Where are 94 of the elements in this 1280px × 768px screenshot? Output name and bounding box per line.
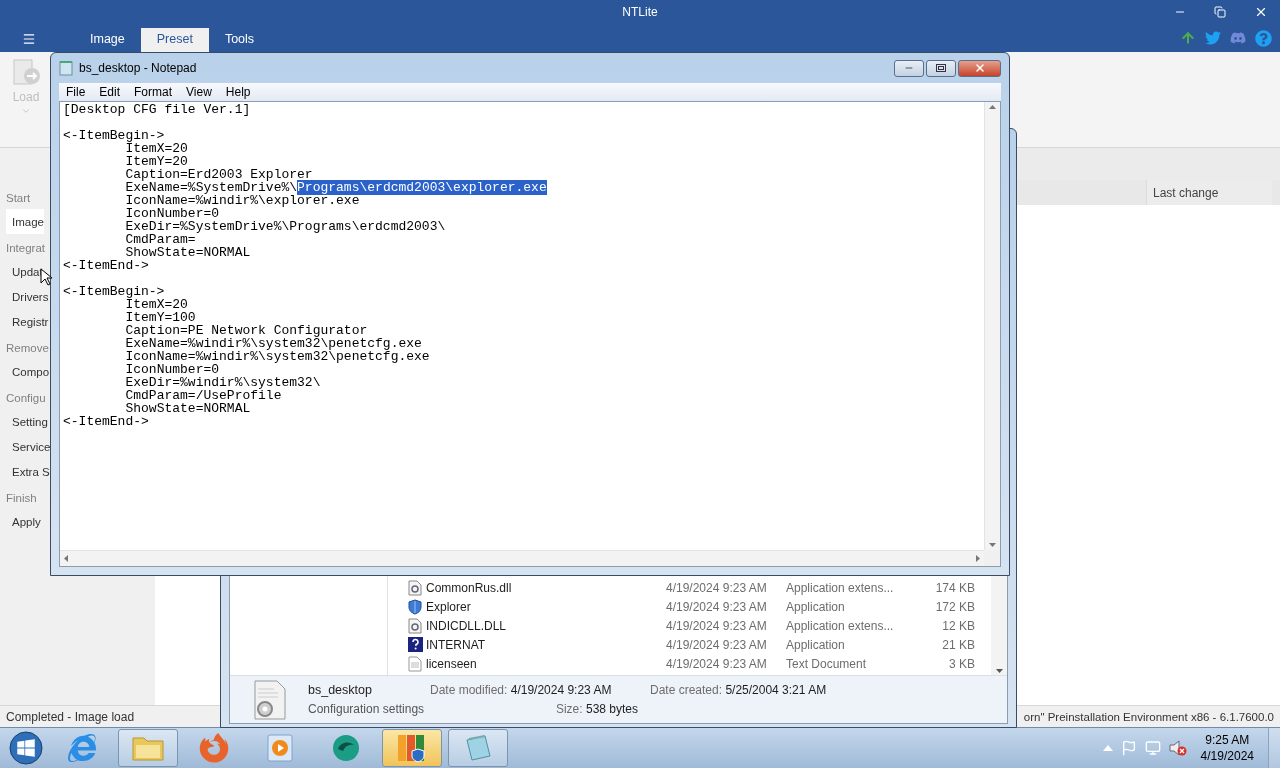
sidebar-item[interactable]: Service bbox=[6, 434, 51, 459]
ntlite-icon bbox=[396, 733, 428, 763]
shield-icon bbox=[408, 598, 422, 615]
file-type: Application extens... bbox=[786, 580, 895, 595]
gear-document-icon bbox=[408, 617, 422, 634]
detail-field: Date modified: 4/19/2024 9:23 AM bbox=[430, 682, 650, 697]
taskbar-button[interactable] bbox=[382, 729, 442, 767]
file-row[interactable]: licenseen 4/19/2024 9:23 AM Text Document 3 KB bbox=[408, 654, 987, 673]
sidebar-item[interactable]: Drivers bbox=[6, 284, 49, 309]
sidebar-item[interactable]: Extra S bbox=[6, 459, 50, 484]
firefox-icon bbox=[199, 733, 229, 763]
file-size: 3 KB bbox=[948, 656, 975, 671]
column-header[interactable]: Last change bbox=[1146, 180, 1272, 205]
file-date: 4/19/2024 9:23 AM bbox=[666, 656, 768, 671]
help-icon[interactable] bbox=[1255, 29, 1272, 47]
vertical-scrollbar[interactable] bbox=[984, 102, 1000, 550]
file-type: Text Document bbox=[786, 656, 868, 671]
file-size: 172 KB bbox=[934, 599, 975, 614]
window-title: NTLite bbox=[622, 5, 658, 19]
file-name: INDICDLL.DLL bbox=[426, 618, 508, 633]
file-name: CommonRus.dll bbox=[426, 580, 513, 595]
folder-icon bbox=[132, 735, 164, 761]
restore-icon bbox=[1214, 6, 1226, 18]
file-date: 4/19/2024 9:23 AM bbox=[666, 618, 768, 633]
detail-field: Date created: 5/25/2004 3:21 AM bbox=[650, 682, 1007, 697]
taskbar-button[interactable] bbox=[448, 729, 508, 767]
file-row[interactable]: INDICDLL.DLL 4/19/2024 9:23 AM Application extens... 12 KB bbox=[408, 616, 987, 635]
browser-icon bbox=[68, 734, 96, 762]
app-icon bbox=[331, 733, 361, 763]
file-type: Configuration settings bbox=[308, 702, 426, 717]
tab[interactable]: Tools bbox=[208, 28, 271, 52]
sidebar-item[interactable]: Image bbox=[6, 209, 44, 234]
scroll-left-arrow-icon[interactable] bbox=[64, 555, 68, 562]
window-title: bs_desktop - Notepad bbox=[79, 61, 197, 75]
play-icon bbox=[267, 734, 293, 762]
file-size: 12 KB bbox=[941, 618, 975, 633]
scroll-down-arrow-icon[interactable] bbox=[989, 543, 996, 547]
load-icon bbox=[11, 58, 41, 88]
close-icon bbox=[1254, 5, 1268, 19]
menu-item[interactable]: View bbox=[179, 85, 219, 99]
file-name: INTERNAT bbox=[426, 637, 487, 652]
sidebar-item[interactable]: Compo bbox=[6, 359, 50, 384]
gear-document-icon bbox=[408, 579, 422, 596]
horizontal-scrollbar[interactable] bbox=[60, 550, 984, 566]
file-row[interactable]: Explorer 4/19/2024 9:23 AM Application 172 KB bbox=[408, 597, 987, 616]
help-icon bbox=[408, 637, 423, 652]
file-row[interactable]: INTERNAT 4/19/2024 9:23 AM Application 21 KB bbox=[408, 635, 987, 654]
notepad-icon bbox=[59, 60, 73, 76]
flag-icon[interactable] bbox=[1120, 740, 1137, 756]
discord-icon[interactable] bbox=[1230, 30, 1246, 46]
status-text: orn" Preinstallation Environment x86 - 6.1.7600.0 bbox=[1023, 710, 1274, 723]
start-button[interactable] bbox=[6, 729, 46, 767]
taskbar-button[interactable] bbox=[118, 729, 178, 767]
menu-item[interactable]: Edit bbox=[92, 85, 128, 99]
close-icon bbox=[973, 62, 986, 74]
file-row[interactable]: CommonRus.dll 4/19/2024 9:23 AM Application extens... 174 KB bbox=[408, 578, 987, 597]
menu-item[interactable]: Help bbox=[218, 85, 258, 99]
scroll-up-arrow-icon[interactable] bbox=[989, 105, 996, 109]
caret-icon bbox=[21, 106, 31, 116]
scroll-down-arrow-icon[interactable] bbox=[995, 669, 1003, 673]
minimize-button[interactable] bbox=[894, 59, 924, 77]
speaker-muted-icon[interactable] bbox=[1168, 739, 1187, 757]
file-date: 4/19/2024 9:23 AM bbox=[666, 637, 768, 652]
network-icon[interactable] bbox=[1144, 740, 1161, 756]
file-name: Explorer bbox=[426, 599, 472, 614]
file-name: bs_desktop bbox=[308, 682, 373, 697]
sidebar-item[interactable]: Setting bbox=[6, 409, 48, 434]
bird-icon[interactable] bbox=[1205, 30, 1221, 46]
detail-field: Size: 538 bytes bbox=[430, 702, 650, 717]
show-desktop-button[interactable] bbox=[1268, 728, 1280, 768]
file-type: Application bbox=[786, 599, 846, 614]
sidebar-item[interactable]: Registr bbox=[6, 309, 49, 334]
menu-icon[interactable] bbox=[22, 32, 36, 46]
show-hidden-icons[interactable] bbox=[1102, 745, 1113, 751]
scroll-right-arrow-icon[interactable] bbox=[976, 555, 980, 562]
menu-item[interactable]: Format bbox=[127, 85, 180, 99]
clock: 9:25 AM 4/19/2024 bbox=[1199, 732, 1255, 764]
maximize-icon bbox=[936, 64, 946, 72]
sidebar-item[interactable]: Apply bbox=[6, 509, 41, 534]
file-size: 174 KB bbox=[934, 580, 975, 595]
file-date: 4/19/2024 9:23 AM bbox=[666, 580, 768, 595]
maximize-button[interactable] bbox=[926, 59, 956, 77]
tab[interactable]: Preset bbox=[140, 28, 209, 52]
notepad-icon bbox=[463, 734, 493, 762]
menu-item[interactable]: File bbox=[59, 85, 93, 99]
status-text: Completed - Image load bbox=[6, 709, 135, 724]
file-type: Application extens... bbox=[786, 618, 895, 633]
file-type: Application bbox=[786, 637, 846, 652]
file-date: 4/19/2024 9:23 AM bbox=[666, 599, 768, 614]
file-size: 21 KB bbox=[941, 637, 975, 652]
file-name: licenseen bbox=[426, 656, 478, 671]
tab[interactable]: Image bbox=[74, 28, 141, 52]
section-heading: Finish bbox=[6, 491, 38, 506]
document-icon bbox=[408, 655, 422, 672]
